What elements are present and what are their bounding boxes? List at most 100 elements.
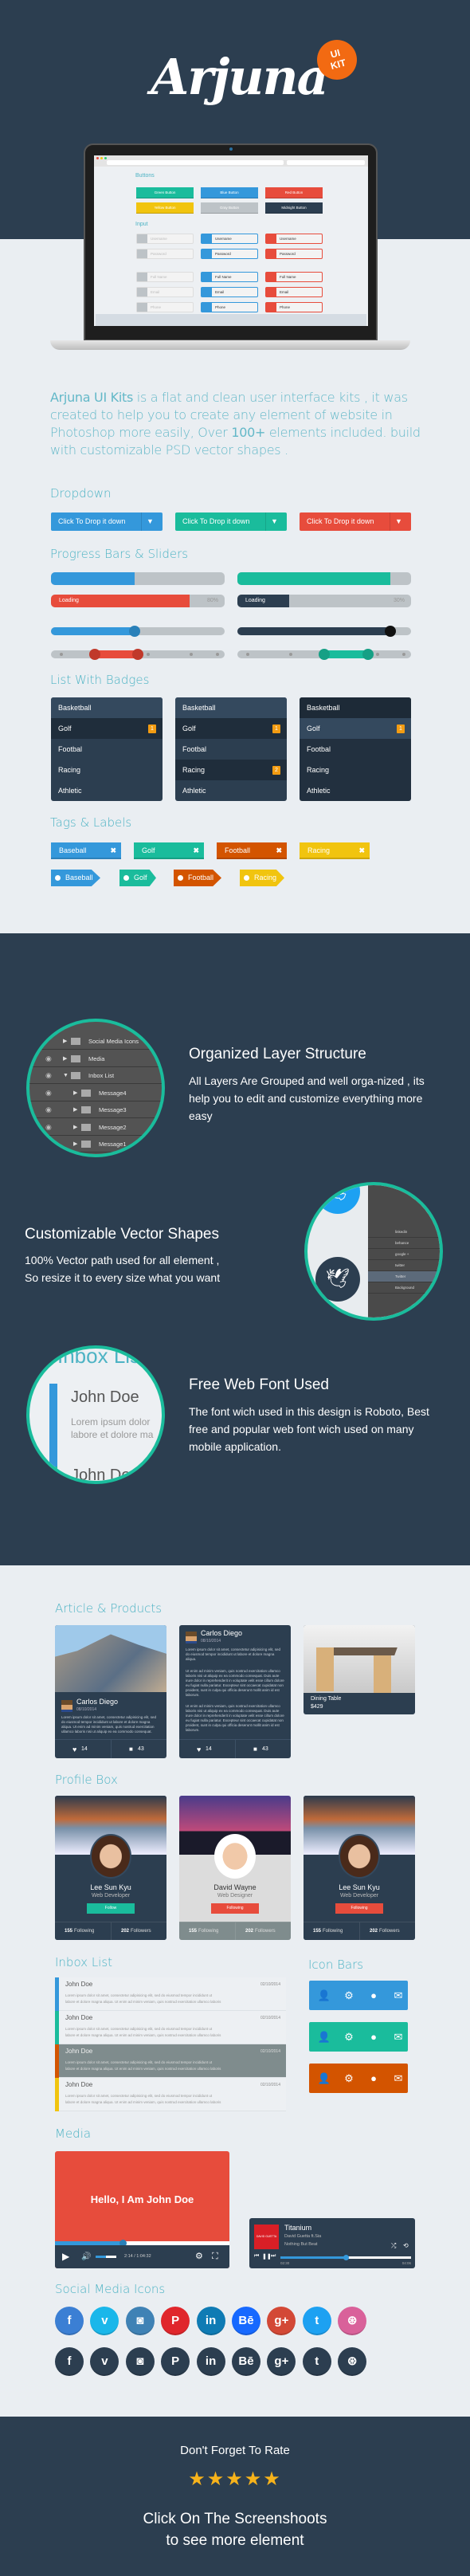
- instagram-icon[interactable]: ◙: [125, 2347, 155, 2376]
- laptop-input-field[interactable]: Username: [265, 234, 323, 244]
- range-handle-low[interactable]: [319, 649, 330, 660]
- pinterest-icon[interactable]: P: [161, 2307, 190, 2335]
- laptop-input-field[interactable]: Password: [201, 249, 258, 259]
- shuffle-icon[interactable]: ⤮: [391, 2242, 396, 2250]
- laptop-input-field[interactable]: Full Name: [136, 272, 194, 282]
- close-icon[interactable]: ✖: [358, 842, 365, 858]
- article-card[interactable]: Carlos Diego 08/10/2014 Lorem ipsum dolor …: [55, 1625, 166, 1758]
- close-icon[interactable]: ✖: [110, 842, 116, 858]
- laptop-input-field[interactable]: Email: [265, 287, 323, 297]
- inbox-item[interactable]: John Doe 02/10/2014 Lorem ipsum dolor sit …: [55, 2044, 286, 2078]
- laptop-input-field[interactable]: Phone: [201, 302, 258, 312]
- browser-maximize-dot[interactable]: [104, 157, 107, 159]
- laptop-input-field[interactable]: Password: [265, 249, 323, 259]
- close-icon[interactable]: ✖: [193, 842, 199, 858]
- inbox-item[interactable]: John Doe 02/10/2014 Lorem ipsum dolor sit …: [55, 2078, 286, 2111]
- facebook-icon[interactable]: f: [55, 2347, 84, 2376]
- list-item[interactable]: Athletic: [175, 780, 287, 801]
- list-item[interactable]: Golf 1: [300, 718, 411, 739]
- mail-icon[interactable]: ✉: [390, 2022, 406, 2052]
- tag[interactable]: Golf ✖: [134, 842, 204, 859]
- laptop-button[interactable]: Midnight Button: [265, 202, 323, 214]
- dribbble-icon[interactable]: ⊛: [338, 2347, 367, 2376]
- pinterest-icon[interactable]: P: [161, 2347, 190, 2376]
- laptop-button[interactable]: Red Button: [265, 187, 323, 198]
- play-icon[interactable]: ▶: [62, 2245, 69, 2268]
- layer-row[interactable]: ◉ ▶ Message2: [29, 1119, 162, 1136]
- heart-icon[interactable]: ♥: [72, 1740, 76, 1758]
- browser-close-dot[interactable]: [96, 157, 99, 159]
- list-item[interactable]: Basketball: [175, 697, 287, 718]
- laptop-input-field[interactable]: Password: [136, 249, 194, 259]
- chat-icon[interactable]: ●: [366, 2022, 382, 2052]
- layer-row[interactable]: ◉ ▶ Message1: [29, 1136, 162, 1153]
- article-card[interactable]: Carlos Diego 08/10/2014 Lorem ipsum dolor …: [179, 1625, 291, 1758]
- profile-card[interactable]: Lee Sun Kyu Web Developer Following 155 Foll…: [304, 1796, 415, 1940]
- following-button[interactable]: Following: [211, 1903, 259, 1914]
- inbox-item[interactable]: John Doe 02/10/2014 Lorem ipsum dolor sit …: [55, 1977, 286, 2011]
- laptop-button[interactable]: Yellow Button: [136, 202, 194, 214]
- profile-card[interactable]: David Wayne Web Designer Following 155 Follo…: [179, 1796, 291, 1940]
- list-item[interactable]: Basketball: [300, 697, 411, 718]
- dropdown-button[interactable]: Click To Drop it down ▼: [51, 512, 163, 531]
- list-item[interactable]: Footbal: [300, 739, 411, 760]
- list-item[interactable]: Footbal: [51, 739, 163, 760]
- arrow-label[interactable]: Football: [174, 870, 221, 886]
- layer-row[interactable]: behance: [368, 1238, 440, 1249]
- audio-progress-track[interactable]: [280, 2255, 411, 2260]
- range-slider-track[interactable]: [51, 649, 225, 660]
- dropdown-button[interactable]: Click To Drop it down ▼: [300, 512, 411, 531]
- comment-icon[interactable]: ■: [129, 1740, 133, 1758]
- profile-card[interactable]: Lee Sun Kyu Web Developer Follow 155 Followi…: [55, 1796, 166, 1940]
- range-handle-low[interactable]: [88, 649, 100, 660]
- laptop-button[interactable]: Green Button: [136, 187, 194, 198]
- list-item[interactable]: Basketball: [51, 697, 163, 718]
- arrow-label[interactable]: Baseball: [51, 870, 100, 886]
- slider-handle[interactable]: [384, 626, 396, 637]
- settings-gear-icon[interactable]: ⚙: [195, 2245, 203, 2268]
- layer-row[interactable]: linkedin: [368, 1227, 440, 1238]
- tag[interactable]: Football ✖: [217, 842, 287, 859]
- inbox-item[interactable]: John Doe 02/10/2014 Lorem ipsum dolor sit …: [55, 2011, 286, 2044]
- list-item[interactable]: Golf 1: [51, 718, 163, 739]
- list-item[interactable]: Athletic: [300, 780, 411, 801]
- behance-icon[interactable]: Bē: [232, 2307, 260, 2335]
- layer-row[interactable]: Twitter: [368, 1271, 440, 1282]
- arrow-label[interactable]: Golf: [119, 870, 156, 886]
- slider-track[interactable]: [237, 626, 411, 637]
- dribbble-icon[interactable]: ⊛: [338, 2307, 367, 2335]
- follow-button[interactable]: Follow: [87, 1903, 135, 1914]
- vimeo-icon[interactable]: v: [90, 2307, 119, 2335]
- list-item[interactable]: Athletic: [51, 780, 163, 801]
- audio-progress-handle[interactable]: [343, 2255, 349, 2260]
- instagram-icon[interactable]: ◙: [125, 2307, 155, 2335]
- laptop-input-field[interactable]: Email: [201, 287, 258, 297]
- list-item[interactable]: Racing: [51, 760, 163, 780]
- browser-search-bar[interactable]: [287, 160, 365, 165]
- laptop-input-field[interactable]: Full Name: [265, 272, 323, 282]
- user-icon[interactable]: 👤: [316, 1981, 332, 2010]
- laptop-input-field[interactable]: Phone: [136, 302, 194, 312]
- linkedin-icon[interactable]: in: [196, 2347, 225, 2376]
- facebook-icon[interactable]: f: [55, 2307, 84, 2335]
- layer-row[interactable]: ◉ ▶ Message4: [29, 1085, 162, 1101]
- browser-address-bar[interactable]: [107, 160, 284, 165]
- layer-row[interactable]: ◉ ▼ Inbox List: [29, 1067, 162, 1084]
- laptop-button[interactable]: Blue Button: [201, 187, 258, 198]
- click-bold[interactable]: Screenshoots: [234, 2511, 327, 2527]
- tag[interactable]: Racing ✖: [300, 842, 370, 859]
- list-item[interactable]: Golf 1: [175, 718, 287, 739]
- layer-row[interactable]: google +: [368, 1249, 440, 1260]
- next-icon[interactable]: ⏭: [271, 2253, 276, 2260]
- following-button[interactable]: Following: [335, 1903, 383, 1914]
- range-handle-high[interactable]: [132, 649, 143, 660]
- laptop-input-field[interactable]: Full Name: [201, 272, 258, 282]
- volume-slider[interactable]: [96, 2256, 116, 2258]
- slider-track[interactable]: [51, 626, 225, 637]
- gear-icon[interactable]: ⚙: [341, 2064, 357, 2093]
- laptop-input-field[interactable]: Username: [201, 234, 258, 244]
- star-icon[interactable]: ★: [225, 2468, 245, 2490]
- rating-stars[interactable]: ★★★★★: [0, 2468, 470, 2491]
- list-item[interactable]: Racing 2: [175, 760, 287, 780]
- mail-icon[interactable]: ✉: [390, 1981, 406, 2010]
